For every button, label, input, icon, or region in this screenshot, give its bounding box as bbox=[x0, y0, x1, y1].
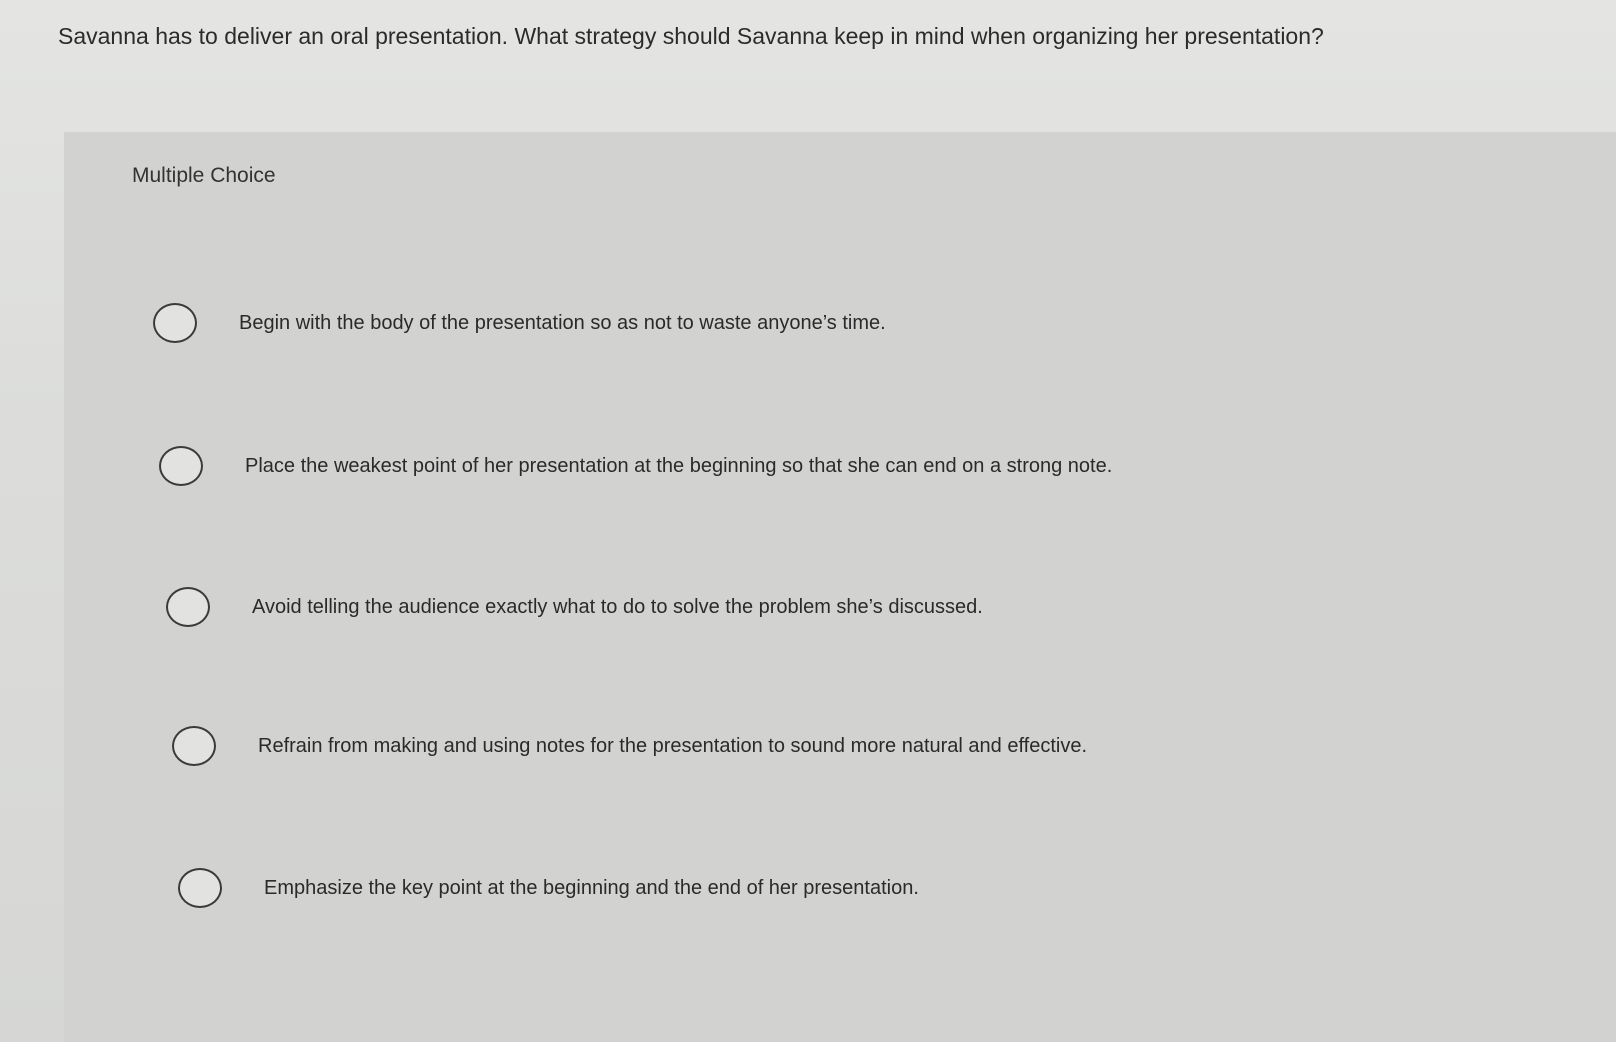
choice-label[interactable]: Refrain from making and using notes for … bbox=[258, 735, 1087, 758]
choice-label[interactable]: Place the weakest point of her presentat… bbox=[245, 455, 1112, 478]
choice-list: Begin with the body of the presentation … bbox=[0, 0, 1616, 1042]
radio-button[interactable] bbox=[178, 868, 222, 908]
radio-button[interactable] bbox=[159, 446, 203, 486]
choice-option[interactable]: Refrain from making and using notes for … bbox=[172, 726, 1087, 766]
choice-option[interactable]: Emphasize the key point at the beginning… bbox=[178, 868, 919, 908]
radio-button[interactable] bbox=[166, 587, 210, 627]
choice-option[interactable]: Avoid telling the audience exactly what … bbox=[166, 587, 983, 627]
page: Savanna has to deliver an oral presentat… bbox=[0, 0, 1616, 1042]
choice-label[interactable]: Avoid telling the audience exactly what … bbox=[252, 596, 983, 619]
choice-option[interactable]: Begin with the body of the presentation … bbox=[153, 303, 886, 343]
choice-label[interactable]: Begin with the body of the presentation … bbox=[239, 312, 886, 335]
choice-label[interactable]: Emphasize the key point at the beginning… bbox=[264, 877, 919, 900]
radio-button[interactable] bbox=[172, 726, 216, 766]
choice-option[interactable]: Place the weakest point of her presentat… bbox=[159, 446, 1112, 486]
radio-button[interactable] bbox=[153, 303, 197, 343]
